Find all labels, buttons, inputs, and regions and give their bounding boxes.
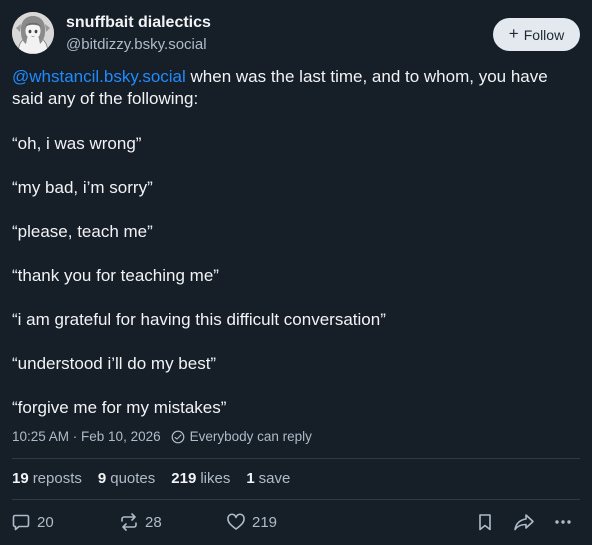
post-quote-line: “please, teach me”: [12, 222, 153, 241]
ellipsis-icon: [555, 520, 571, 524]
post-quote-line: “forgive me for my mistakes”: [12, 398, 227, 417]
like-count: 219: [252, 513, 278, 531]
more-options-button[interactable]: [553, 512, 573, 532]
author-handle[interactable]: @bitdizzy.bsky.social: [66, 36, 207, 53]
reposts-label: reposts: [32, 470, 82, 487]
saves-label: save: [258, 470, 291, 487]
engagement-stats: 19 reposts 9 quotes 219 likes 1 save: [12, 470, 290, 487]
divider: [12, 458, 580, 459]
mention-link[interactable]: @whstancil.bsky.social: [12, 67, 186, 86]
bookmark-icon: [479, 514, 491, 531]
follow-button-label: Follow: [523, 26, 565, 43]
post-quote-line: “understood i’ll do my best”: [12, 354, 217, 373]
post-thread-item: snuffbait dialectics @bitdizzy.bsky.soci…: [0, 0, 592, 545]
globe-icon: [171, 430, 185, 444]
share-button[interactable]: [513, 512, 535, 532]
post-quote-line: “thank you for teaching me”: [12, 266, 219, 285]
saves-stat[interactable]: 1 save: [246, 470, 290, 487]
heart-icon: [227, 513, 245, 530]
post-text-intro: @whstancil.bsky.social when was the last…: [12, 66, 582, 110]
repost-icon: [121, 513, 137, 531]
post-quote-line: “my bad, i’m sorry”: [12, 178, 153, 197]
quotes-label: quotes: [110, 470, 156, 487]
quotes-stat[interactable]: 9 quotes: [98, 470, 155, 487]
author-display-name[interactable]: snuffbait dialectics: [66, 14, 211, 32]
divider: [12, 499, 580, 500]
reposts-stat[interactable]: 19 reposts: [12, 470, 82, 487]
likes-stat[interactable]: 219 likes: [171, 470, 230, 487]
post-quote-line: “oh, i was wrong”: [12, 134, 142, 153]
share-icon: [514, 514, 534, 531]
plus-icon: +: [508, 24, 519, 43]
author-avatar[interactable]: [12, 12, 54, 54]
like-button[interactable]: 219: [226, 512, 277, 532]
reposts-count: 19: [12, 470, 29, 487]
bookmark-button[interactable]: [475, 512, 495, 532]
anime-avatar-icon: [12, 12, 54, 54]
repost-count: 28: [145, 513, 162, 531]
quotes-count: 9: [97, 470, 107, 487]
likes-count: 219: [171, 470, 197, 487]
post-timestamp[interactable]: 10:25 AM · Feb 10, 2026: [12, 429, 161, 444]
post-meta: 10:25 AM · Feb 10, 2026 Everybody can re…: [12, 429, 312, 444]
saves-count: 1: [246, 470, 255, 487]
post-quote-line: “i am grateful for having this difficult…: [12, 310, 386, 329]
repost-button[interactable]: 28: [119, 512, 162, 532]
reply-count: 20: [37, 513, 54, 531]
post-actions: 20 28 219: [0, 512, 592, 536]
likes-label: likes: [200, 470, 231, 487]
reply-setting[interactable]: Everybody can reply: [190, 429, 312, 444]
reply-icon: [12, 514, 30, 531]
reply-button[interactable]: 20: [11, 512, 54, 532]
follow-button[interactable]: + Follow: [493, 18, 580, 51]
